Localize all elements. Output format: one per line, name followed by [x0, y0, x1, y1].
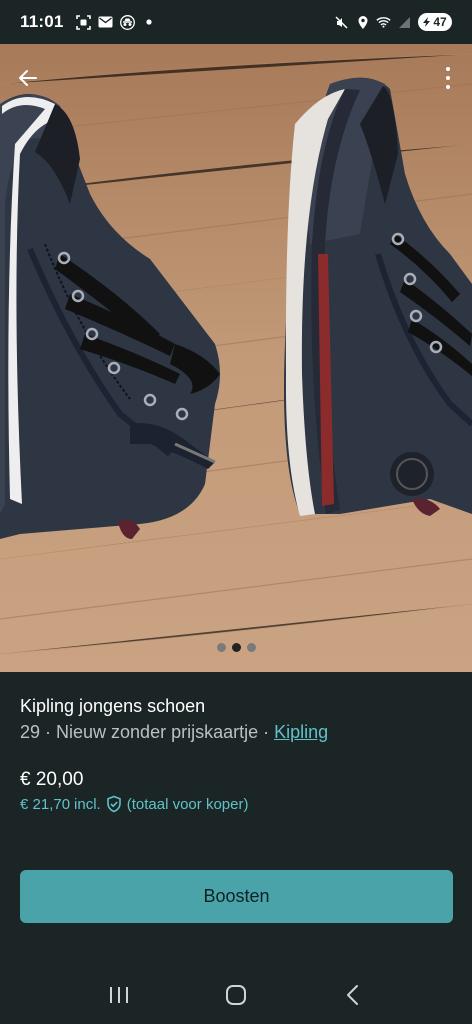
signal-icon [397, 15, 412, 30]
battery-icon: 47 [418, 13, 452, 31]
location-icon [355, 15, 370, 30]
system-back-button[interactable] [333, 975, 373, 1015]
home-icon [225, 985, 246, 1005]
listing-meta: 29 · Nieuw zonder prijskaartje · Kipling [20, 722, 328, 743]
photo-pager [0, 643, 472, 652]
boost-button[interactable]: Boosten [20, 870, 453, 923]
status-bar: 11:01 47 [0, 0, 472, 44]
more-vertical-icon [446, 67, 450, 71]
recent-apps-icon [109, 987, 128, 1003]
product-photo[interactable] [0, 44, 472, 672]
arrow-left-icon [19, 70, 37, 86]
listing-title: Kipling jongens schoen [20, 696, 206, 716]
system-navbar [0, 966, 472, 1024]
shield-check-icon [105, 795, 123, 813]
battery-level: 47 [433, 15, 447, 29]
back-button[interactable] [10, 60, 46, 96]
incl-label: incl. [74, 795, 101, 813]
pager-dot[interactable] [246, 643, 256, 652]
listing-meta-text: 29 · Nieuw zonder prijskaartje · [20, 722, 275, 742]
buyer-price-row[interactable]: € 21,70 incl. (totaal voor koper) [20, 795, 248, 813]
price-incl: € 21,70 [20, 795, 71, 813]
mail-icon [98, 15, 113, 30]
incognito-icon [119, 14, 135, 30]
listing-price: € 20,00 [20, 769, 84, 790]
buyer-note: (totaal voor koper) [126, 795, 249, 813]
home-button[interactable] [216, 975, 256, 1015]
wifi-icon [376, 15, 391, 30]
screenshot-icon [75, 14, 91, 30]
back-icon [347, 985, 359, 1005]
recent-apps-button[interactable] [99, 975, 139, 1015]
status-notification-icons [75, 14, 157, 30]
pager-dot[interactable] [216, 643, 226, 652]
dot-icon [142, 15, 157, 30]
status-time: 11:01 [20, 12, 64, 31]
pager-dot-active[interactable] [231, 643, 241, 652]
mute-icon [334, 15, 349, 30]
status-system-icons: 47 [334, 13, 452, 31]
shoes-photo-image [0, 44, 472, 672]
more-options-button[interactable] [438, 62, 458, 94]
brand-link[interactable]: Kipling [274, 722, 328, 742]
